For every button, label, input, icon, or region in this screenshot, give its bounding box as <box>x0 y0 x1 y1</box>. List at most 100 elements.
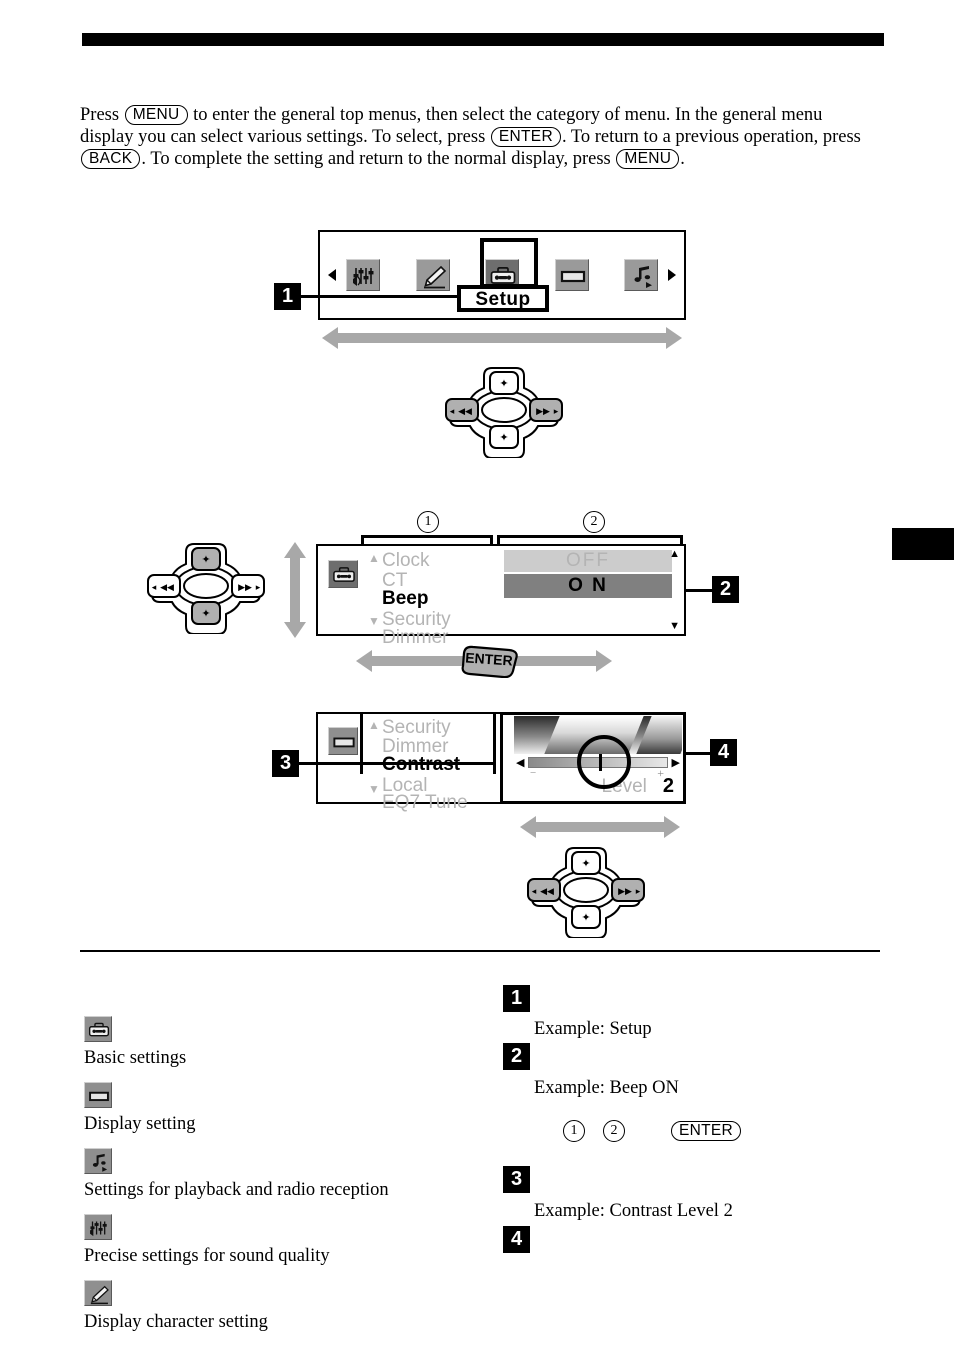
intro-text-3: . To return to a previous operation, pre… <box>561 127 861 147</box>
intro-text-4: . To complete the setting and return to … <box>141 149 616 169</box>
list-scroll-up-icon[interactable]: ▲ <box>368 551 380 566</box>
svg-text:▶▶: ▶▶ <box>618 887 632 897</box>
svg-text:▸: ▸ <box>636 887 641 897</box>
display-character-icon <box>423 265 446 289</box>
menu-key-badge-2: MENU <box>616 149 680 169</box>
legend-icon-basic-settings <box>84 1016 112 1042</box>
list-item[interactable]: Security <box>382 610 502 629</box>
menu-icon-display-setting[interactable] <box>554 259 589 291</box>
back-key-badge: BACK <box>81 149 141 169</box>
setup-value-list: OFF O N <box>504 550 672 598</box>
list-item-selected[interactable]: Beep <box>382 589 502 610</box>
scroll-left-icon[interactable] <box>328 269 336 281</box>
list-item[interactable]: CT <box>382 571 502 590</box>
scroll-right-icon[interactable] <box>668 269 676 281</box>
horizontal-scroll-arrow-1 <box>322 327 682 349</box>
value-option-on-selected[interactable]: O N <box>504 574 672 598</box>
svg-text:◀◀: ◀◀ <box>458 407 472 417</box>
legend-icon-sound-quality <box>84 1214 112 1240</box>
page-edge-tab <box>892 528 954 560</box>
setup-category-icon <box>328 560 358 588</box>
selected-icon-label: Setup <box>457 285 549 312</box>
list-item[interactable]: EQ7 Tune <box>382 793 512 812</box>
playback-radio-icon <box>634 266 652 288</box>
svg-text:◀◀: ◀◀ <box>540 887 554 897</box>
legend-icon-display-character <box>84 1280 112 1306</box>
step-badge-3: 3 <box>272 750 299 777</box>
setup-list-screen: ▲ ▼ Clock CT Beep Security Dimmer OFF O … <box>316 544 686 647</box>
svg-text:✦: ✦ <box>581 857 590 870</box>
legend-circled-2: 2 <box>603 1120 625 1142</box>
legend-right-column: 1 Example: Setup 2 Example: Beep ON 1 2 … <box>503 985 903 1253</box>
legend-label: Display character setting <box>84 1312 268 1332</box>
svg-text:✦: ✦ <box>201 553 210 566</box>
legend-label: Settings for playback and radio receptio… <box>84 1180 389 1200</box>
legend-step-badge-3: 3 <box>503 1166 530 1193</box>
dpad-control-1[interactable]: ✦ ✦ ◀◀ ◂ ▶▶ ▸ <box>440 362 568 459</box>
contrast-scroll-down-icon[interactable]: ▼ <box>368 782 380 797</box>
leader-line-2 <box>686 589 714 592</box>
sound-quality-icon <box>353 268 374 286</box>
basic-settings-icon <box>333 567 355 582</box>
step-badge-1: 1 <box>274 283 301 310</box>
enter-button-badge[interactable]: ENTER <box>458 644 520 679</box>
callout-frame-contrast-item <box>360 712 496 774</box>
step-badge-2: 2 <box>712 576 739 603</box>
contrast-category-icon <box>328 727 358 755</box>
legend-label: Display setting <box>84 1114 196 1134</box>
legend-label: Precise settings for sound quality <box>84 1246 330 1266</box>
value-scroll-down-icon[interactable]: ▼ <box>669 620 680 632</box>
legend-mid-row: 1 2 ENTER <box>563 1120 903 1142</box>
legend-step-badge-1: 1 <box>503 985 530 1012</box>
list-scroll-down-icon[interactable]: ▼ <box>368 614 380 629</box>
legend-step-badge-4: 4 <box>503 1226 530 1253</box>
legend-left-column: Basic settings Display setting Settings … <box>84 1016 504 1332</box>
enter-key-badge: ENTER <box>490 127 561 147</box>
leader-line-1 <box>301 295 461 298</box>
legend-circled-1: 1 <box>563 1120 585 1142</box>
circled-number-2: 2 <box>583 511 605 533</box>
dpad-control-3[interactable]: ✦ ✦ ◀◀ ◂ ▶▶ ▸ <box>522 842 650 939</box>
page-top-rule <box>82 33 884 46</box>
display-setting-icon <box>560 270 585 283</box>
legend-example-setup: Example: Setup <box>534 1019 652 1039</box>
intro-paragraph: Press MENU to enter the general top menu… <box>80 104 880 170</box>
dpad-control-2[interactable]: ✦ ✦ ◀◀ ◂ ▶▶ ▸ <box>142 538 270 635</box>
menu-key-badge: MENU <box>124 105 188 125</box>
list-item[interactable]: Clock <box>382 551 502 571</box>
menu-icon-playback-radio[interactable] <box>624 259 658 291</box>
menu-icon-sound-quality[interactable] <box>346 259 380 291</box>
legend-icon-playback-radio <box>84 1148 112 1174</box>
playback-radio-icon <box>92 1153 108 1172</box>
legend-example-beep: Example: Beep ON <box>534 1078 679 1098</box>
vertical-scroll-arrow <box>284 542 306 638</box>
legend-row: Basic settings <box>84 1016 504 1068</box>
legend-icon-display-setting <box>84 1082 112 1108</box>
menu-icon-display-character[interactable] <box>415 259 450 291</box>
svg-text:▸: ▸ <box>554 407 559 417</box>
circled-number-1: 1 <box>417 511 439 533</box>
svg-text:▶▶: ▶▶ <box>536 407 550 417</box>
svg-text:▶▶: ▶▶ <box>238 583 252 593</box>
legend-step-badge-2: 2 <box>503 1043 530 1070</box>
svg-text:◂: ◂ <box>152 583 157 593</box>
legend-divider <box>80 950 880 952</box>
value-option-off[interactable]: OFF <box>504 550 672 572</box>
step-badge-4: 4 <box>710 739 737 766</box>
display-setting-icon <box>333 737 355 748</box>
setup-item-list: Clock CT Beep Security Dimmer <box>382 551 502 647</box>
display-character-icon <box>90 1285 109 1305</box>
intro-text-5: . <box>680 149 685 169</box>
value-scroll-up-icon[interactable]: ▲ <box>669 548 680 560</box>
dpad-icon-ud: ✦ ✦ ◀◀ ◂ ▶▶ ▸ <box>147 543 265 635</box>
svg-text:◀◀: ◀◀ <box>160 583 174 593</box>
svg-text:▸: ▸ <box>256 583 261 593</box>
legend-row: Display setting <box>84 1082 504 1134</box>
legend-enter-key: ENTER <box>671 1121 742 1141</box>
leader-line-4 <box>686 752 712 755</box>
dpad-icon-lr-2: ✦ ✦ ◀◀ ◂ ▶▶ ▸ <box>527 847 645 939</box>
list-item[interactable]: Local <box>382 776 512 795</box>
dpad-icon-lr: ✦ ✦ ◀◀ ◂ ▶▶ ▸ <box>445 367 563 459</box>
callout-frame-contrast-value <box>500 712 686 804</box>
svg-text:✦: ✦ <box>499 431 508 444</box>
